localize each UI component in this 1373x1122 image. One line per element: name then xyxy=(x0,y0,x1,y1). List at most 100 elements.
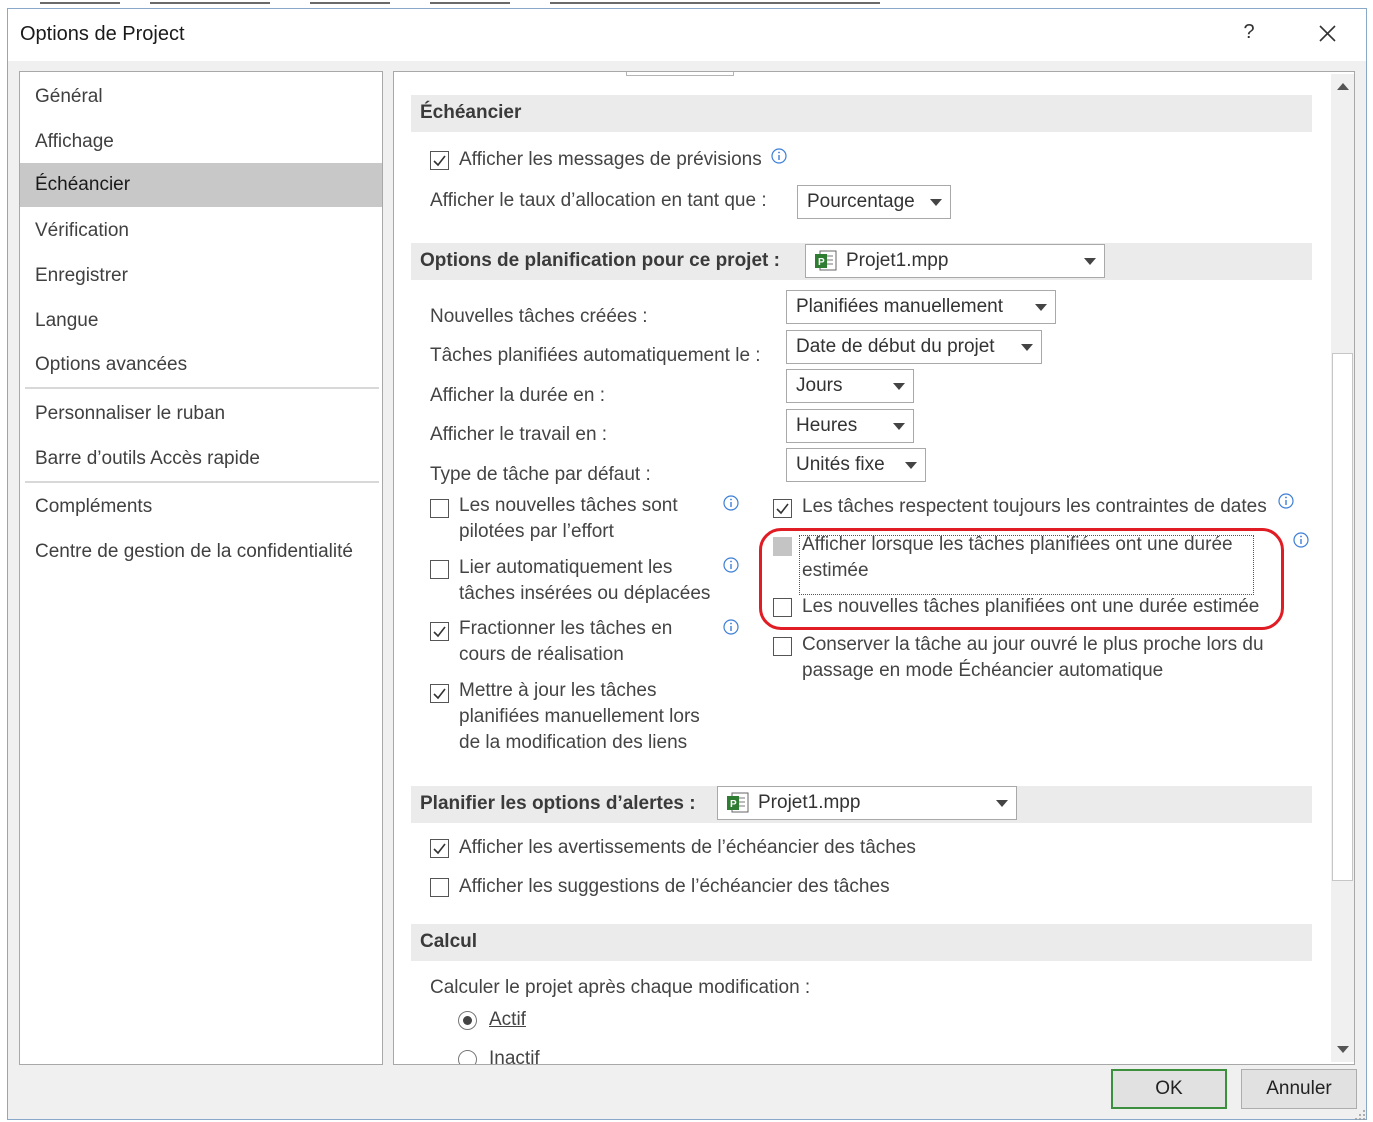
allocation-label: Afficher le taux d’allocation en tant qu… xyxy=(430,190,767,211)
keep-workday-label: Conserver la tâche au jour ouvré le plus… xyxy=(802,634,1264,681)
new-tasks-label: Nouvelles tâches créées : xyxy=(430,306,648,327)
info-icon[interactable] xyxy=(1293,532,1309,548)
help-button[interactable]: ? xyxy=(1234,21,1264,49)
calc-off-radio[interactable] xyxy=(458,1050,477,1064)
scrollbar-thumb[interactable] xyxy=(1332,353,1353,881)
section-header: Calcul xyxy=(420,931,478,952)
scroll-down-button[interactable] xyxy=(1331,1036,1354,1062)
bg-menu-fragment xyxy=(550,2,880,4)
sidebar-item-display[interactable]: Affichage xyxy=(20,120,382,164)
update-manual-checkbox[interactable] xyxy=(430,684,449,703)
chevron-down-icon xyxy=(996,800,1008,807)
sidebar-item-advanced[interactable]: Options avancées xyxy=(20,343,382,387)
work-dropdown[interactable]: Heures xyxy=(786,409,914,443)
new-tasks-value: Planifiées manuellement xyxy=(796,296,1004,317)
arrow-down-icon xyxy=(1337,1046,1349,1053)
show-messages-label: Afficher les messages de prévisions xyxy=(459,149,762,170)
sidebar-item-save[interactable]: Enregistrer xyxy=(20,254,382,298)
bg-menu-fragment xyxy=(150,2,270,4)
warnings-label: Afficher les avertissements de l’échéanc… xyxy=(459,837,916,858)
bg-menu-fragment xyxy=(310,2,390,4)
alerts-project-value: Projet1.mpp xyxy=(758,792,861,813)
section-calculation: Calcul xyxy=(411,924,1312,961)
sidebar-item-customize-ribbon[interactable]: Personnaliser le ruban xyxy=(20,392,382,436)
info-icon[interactable] xyxy=(723,619,739,635)
close-button[interactable] xyxy=(1310,17,1344,51)
info-icon[interactable] xyxy=(1278,493,1294,509)
planning-project-dropdown[interactable]: P Projet1.mpp xyxy=(805,244,1105,278)
allocation-value: Pourcentage xyxy=(807,191,915,212)
split-tasks-label: Fractionner les tâches en cours de réali… xyxy=(459,618,673,665)
section-schedule: Échéancier xyxy=(411,95,1312,132)
checkmark-icon xyxy=(776,503,789,515)
options-content-panel: Échéancier Afficher les messages de prév… xyxy=(393,71,1355,1065)
planning-project-value: Projet1.mpp xyxy=(846,250,949,271)
section-header: Options de planification pour ce projet … xyxy=(420,250,780,271)
highlight-annotation xyxy=(759,528,1284,630)
task-type-dropdown[interactable]: Unités fixe xyxy=(786,448,926,482)
calc-on-radio[interactable] xyxy=(458,1011,477,1030)
close-icon xyxy=(1319,25,1336,42)
new-tasks-dropdown[interactable]: Planifiées manuellement xyxy=(786,290,1056,324)
cancel-button[interactable]: Annuler xyxy=(1241,1069,1357,1109)
sidebar-item-general[interactable]: Général xyxy=(20,75,382,119)
sidebar-item-schedule[interactable]: Échéancier xyxy=(20,163,382,207)
svg-text:P: P xyxy=(818,257,825,268)
chevron-down-icon xyxy=(1084,258,1096,265)
sidebar-item-quick-access[interactable]: Barre d’outils Accès rapide xyxy=(20,437,382,481)
work-label: Afficher le travail en : xyxy=(430,424,608,445)
info-icon[interactable] xyxy=(723,495,739,511)
sidebar-item-trust-center[interactable]: Centre de gestion de la confidentialité xyxy=(20,530,382,574)
sidebar-item-addins[interactable]: Compléments xyxy=(20,485,382,529)
show-messages-checkbox[interactable] xyxy=(430,151,449,170)
auto-tasks-dropdown[interactable]: Date de début du projet xyxy=(786,330,1042,364)
suggestions-checkbox[interactable] xyxy=(430,878,449,897)
checkmark-icon xyxy=(433,626,446,638)
sidebar-item-proofing[interactable]: Vérification xyxy=(20,209,382,253)
options-dialog: Options de Project ? Général Affichage É… xyxy=(7,8,1367,1120)
duration-value: Jours xyxy=(796,375,843,396)
calc-off-label: Inactif xyxy=(489,1048,540,1065)
effort-driven-label: Les nouvelles tâches sont pilotées par l… xyxy=(459,495,678,542)
suggestions-label: Afficher les suggestions de l’échéancier… xyxy=(459,876,890,897)
autolink-label: Lier automatiquement les tâches insérées… xyxy=(459,557,711,604)
allocation-dropdown[interactable]: Pourcentage xyxy=(797,185,951,219)
auto-tasks-value: Date de début du projet xyxy=(796,336,995,357)
alerts-project-dropdown[interactable]: P Projet1.mpp xyxy=(717,786,1017,820)
autolink-checkbox[interactable] xyxy=(430,560,449,579)
effort-driven-checkbox[interactable] xyxy=(430,499,449,518)
sidebar-nav: Général Affichage Échéancier Vérificatio… xyxy=(19,71,383,1065)
split-tasks-checkbox[interactable] xyxy=(430,622,449,641)
scroll-up-button[interactable] xyxy=(1331,74,1354,100)
dialog-title: Options de Project xyxy=(20,23,185,45)
keep-workday-checkbox[interactable] xyxy=(773,637,792,656)
info-icon[interactable] xyxy=(723,557,739,573)
arrow-up-icon xyxy=(1337,83,1349,90)
honor-constraints-checkbox[interactable] xyxy=(773,499,792,518)
chevron-down-icon xyxy=(1035,304,1047,311)
section-header: Planifier les options d’alertes : xyxy=(420,793,696,814)
background-window-strip xyxy=(0,0,1373,8)
calc-on-label: Actif xyxy=(489,1009,526,1030)
duration-dropdown[interactable]: Jours xyxy=(786,369,914,403)
nav-divider xyxy=(25,387,379,389)
task-type-label: Type de tâche par défaut : xyxy=(430,464,651,485)
bg-menu-fragment xyxy=(40,2,120,4)
sidebar-item-language[interactable]: Langue xyxy=(20,299,382,343)
chevron-down-icon xyxy=(1021,344,1033,351)
svg-text:P: P xyxy=(730,799,737,810)
info-icon[interactable] xyxy=(771,148,787,164)
checkmark-icon xyxy=(433,843,446,855)
auto-tasks-label: Tâches planifiées automatiquement le : xyxy=(430,345,761,366)
honor-constraints-label: Les tâches respectent toujours les contr… xyxy=(802,496,1267,517)
chevron-down-icon xyxy=(893,423,905,430)
bg-menu-fragment xyxy=(430,2,510,4)
vertical-scrollbar[interactable] xyxy=(1331,74,1354,1062)
ok-button[interactable]: OK xyxy=(1111,1069,1227,1109)
nav-divider xyxy=(25,481,379,483)
warnings-checkbox[interactable] xyxy=(430,839,449,858)
chevron-down-icon xyxy=(930,199,942,206)
task-type-value: Unités fixe xyxy=(796,454,885,475)
resize-grip-icon[interactable] xyxy=(1354,1109,1366,1121)
chevron-down-icon xyxy=(905,462,917,469)
